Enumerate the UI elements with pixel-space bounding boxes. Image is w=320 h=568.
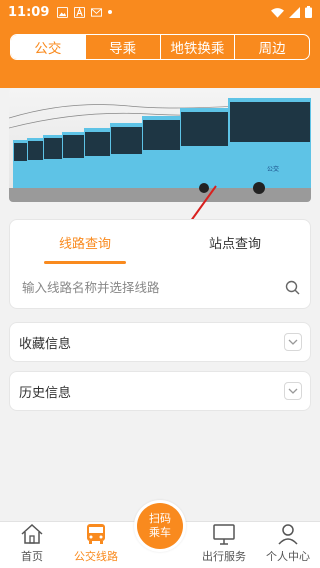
monitor-icon [213,524,235,545]
history-label: 历史信息 [19,385,72,401]
nav-travel-services-label: 出行服务 [202,550,246,563]
favorites-row[interactable]: 收藏信息 [9,322,311,362]
favorites-label: 收藏信息 [19,336,72,352]
home-icon [21,523,43,544]
tab-station-query[interactable]: 站点查询 [160,220,310,264]
nav-bus-routes[interactable]: 公交线路 [64,522,128,568]
user-icon [278,524,298,545]
scan-ride-label: 扫码乘车 [137,503,183,549]
tab-route-query[interactable]: 线路查询 [10,220,160,264]
bus-icon [87,524,105,544]
nav-home-label: 首页 [21,550,43,563]
nav-bus-routes-label: 公交线路 [74,550,118,563]
nav-profile-label: 个人中心 [266,550,310,563]
chevron-down-icon [288,388,298,394]
history-row[interactable]: 历史信息 [9,371,311,411]
scan-ride-button[interactable]: 扫码乘车 [134,500,186,552]
route-search-card: 线路查询 站点查询 [9,219,311,309]
route-search-row [10,264,310,310]
route-search-input[interactable] [22,279,285,295]
favorites-expand-button[interactable] [284,333,302,351]
history-expand-button[interactable] [284,382,302,400]
route-search-tabs: 线路查询 站点查询 [10,220,310,264]
nav-travel-services[interactable]: 出行服务 [192,522,256,568]
search-icon[interactable] [285,280,300,295]
nav-home[interactable]: 首页 [0,522,64,568]
chevron-down-icon [288,339,298,345]
nav-profile[interactable]: 个人中心 [256,522,320,568]
